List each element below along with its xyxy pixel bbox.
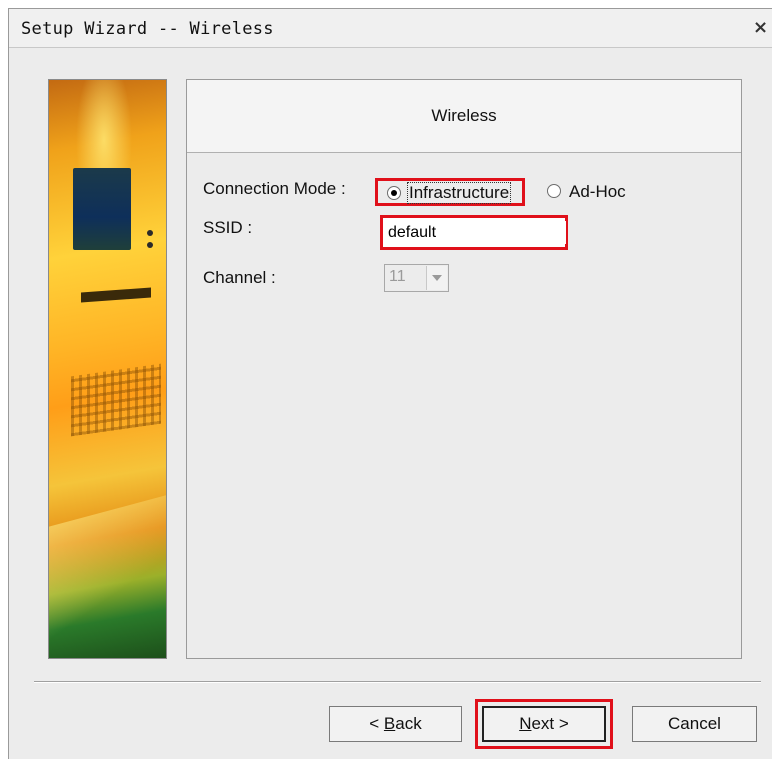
setup-wizard-dialog: Setup Wizard -- Wireless × Wireless Conn…	[8, 8, 772, 759]
panel-title: Wireless	[431, 106, 497, 125]
back-mnemonic: B	[383, 714, 396, 733]
channel-value: 11	[389, 268, 406, 285]
wizard-side-image	[48, 79, 167, 659]
laptop-slot-graphic	[81, 287, 151, 303]
back-button[interactable]: < Back	[329, 706, 462, 742]
radio-infrastructure-label[interactable]: Infrastructure	[406, 182, 512, 204]
wireless-settings-panel: Wireless Connection Mode : Infrastructur…	[186, 79, 742, 659]
channel-select[interactable]: 11	[384, 264, 449, 292]
ssid-label: SSID :	[203, 218, 253, 237]
chevron-down-icon[interactable]	[426, 266, 447, 290]
cancel-button[interactable]: Cancel	[632, 706, 757, 742]
next-mnemonic: N	[519, 714, 532, 733]
close-icon[interactable]: ×	[753, 17, 772, 39]
radio-infrastructure[interactable]: Infrastructure	[375, 178, 525, 206]
ssid-input[interactable]	[386, 221, 566, 244]
title-bar: Setup Wizard -- Wireless ×	[9, 9, 772, 48]
radio-selected-icon[interactable]	[387, 186, 401, 200]
next-label-rest: ext >	[531, 714, 569, 733]
window-title: Setup Wizard -- Wireless	[21, 19, 274, 39]
light-streak-graphic	[49, 488, 166, 652]
decor-dot	[147, 242, 153, 248]
radio-dot	[391, 190, 397, 196]
radio-unselected-icon[interactable]	[547, 184, 561, 198]
back-prefix: <	[369, 714, 384, 733]
radio-ad-hoc[interactable]: Ad-Hoc	[541, 178, 651, 206]
radio-ad-hoc-label[interactable]: Ad-Hoc	[569, 182, 626, 202]
ssid-field-highlight	[380, 215, 568, 250]
decor-dot	[147, 230, 153, 236]
laptop-keyboard-graphic	[71, 363, 161, 437]
laptop-screen-graphic	[73, 168, 131, 250]
channel-label: Channel :	[203, 268, 276, 287]
panel-header: Wireless	[187, 80, 741, 153]
connection-mode-label: Connection Mode :	[203, 179, 346, 198]
back-label-rest: ack	[395, 714, 422, 733]
next-button[interactable]: Next >	[482, 706, 606, 742]
button-divider	[34, 681, 761, 683]
